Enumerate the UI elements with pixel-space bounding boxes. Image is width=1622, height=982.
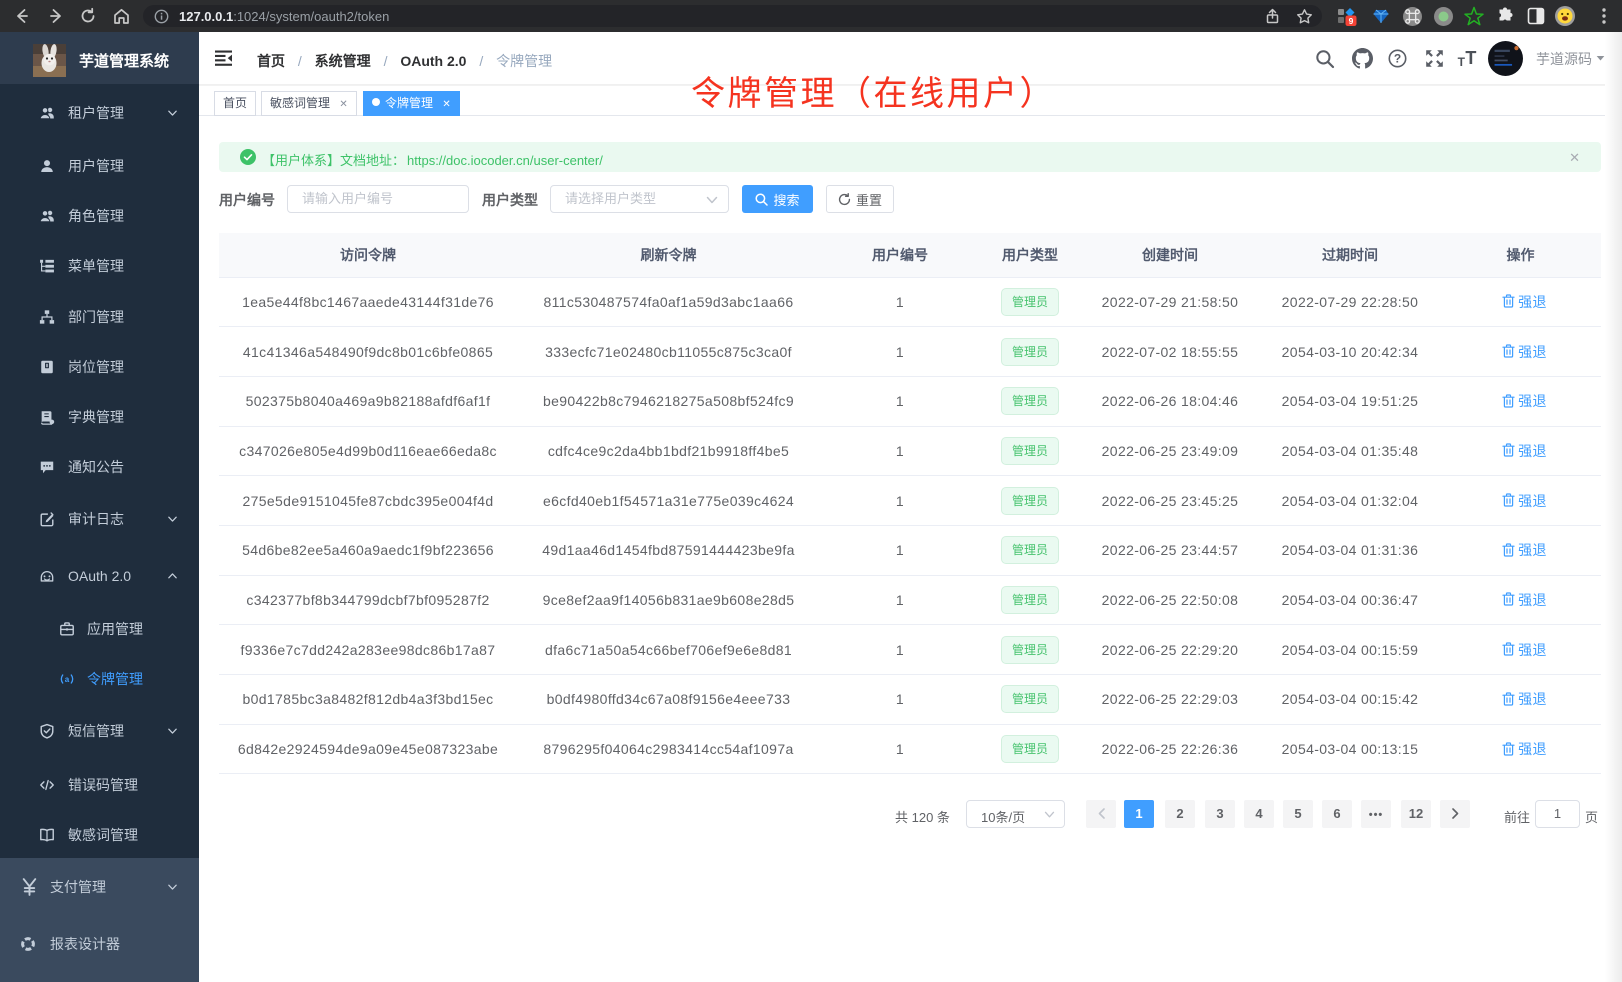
svg-text:a: a	[65, 675, 70, 684]
svg-text:9: 9	[1349, 16, 1354, 26]
svg-text:?: ?	[1393, 52, 1400, 66]
